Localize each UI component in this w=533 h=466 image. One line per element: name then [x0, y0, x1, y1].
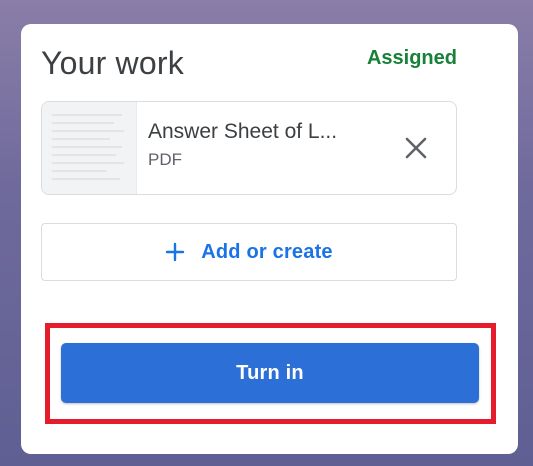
turn-in-button[interactable]: Turn in — [61, 343, 479, 403]
document-thumbnail-icon[interactable] — [42, 102, 137, 194]
attachment-type: PDF — [148, 150, 182, 169]
plus-icon — [165, 242, 185, 262]
card-header: Your work Assigned — [41, 45, 457, 89]
attachment-text[interactable]: Answer Sheet of L... PDF — [148, 120, 378, 170]
attachment-chip[interactable]: Answer Sheet of L... PDF — [41, 101, 457, 195]
add-or-create-label: Add or create — [201, 240, 333, 263]
close-icon[interactable] — [402, 134, 430, 162]
add-or-create-button[interactable]: Add or create — [41, 223, 457, 281]
card-title: Your work — [41, 45, 184, 81]
attachment-name[interactable]: Answer Sheet of L... — [148, 120, 378, 144]
status-label: Assigned — [366, 47, 457, 69]
turn-in-label: Turn in — [236, 361, 304, 384]
